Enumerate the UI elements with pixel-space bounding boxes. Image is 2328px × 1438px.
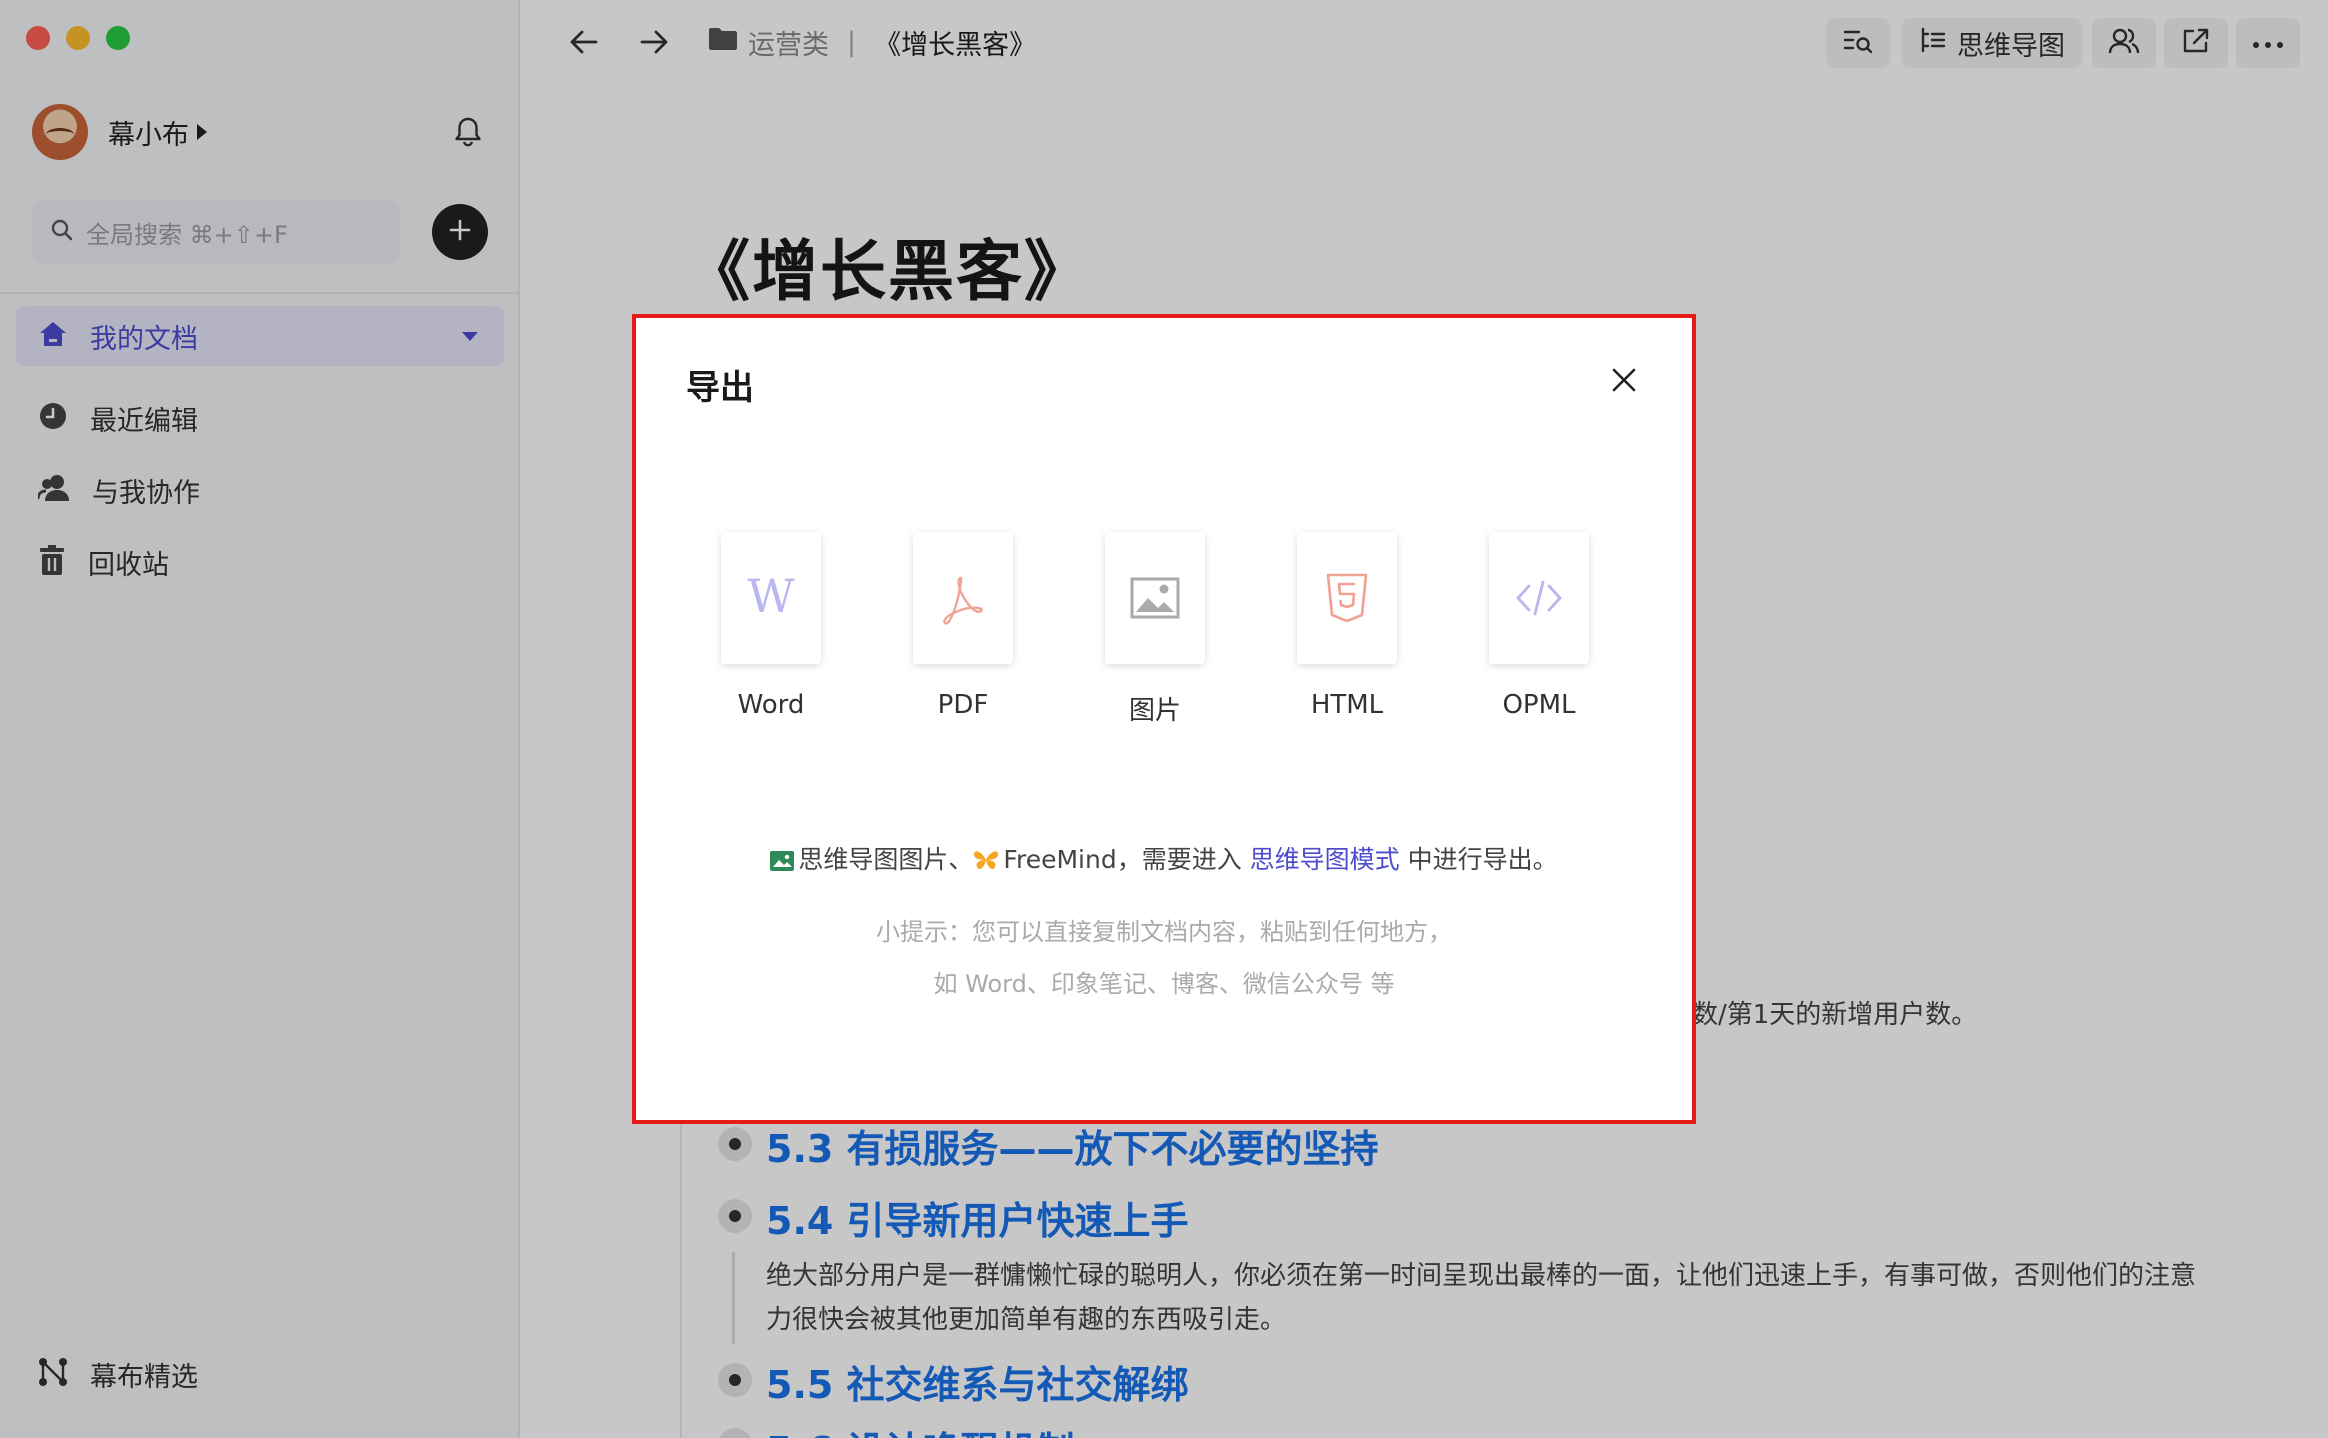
mindmap-mode-link[interactable]: 思维导图模式 <box>1250 845 1400 874</box>
code-icon <box>1489 532 1589 664</box>
close-icon[interactable] <box>1606 362 1642 398</box>
html5-icon <box>1297 532 1397 664</box>
image-icon <box>1105 532 1205 664</box>
export-html-button[interactable]: HTML <box>1272 532 1422 720</box>
export-note: 思维导图图片、 FreeMind，需要进入 思维导图模式 中进行导出。 <box>636 840 1692 877</box>
pdf-icon <box>913 532 1013 664</box>
tip-line-1: 小提示：您可以直接复制文档内容，粘贴到任何地方， <box>876 918 1452 946</box>
svg-text:W: W <box>747 569 795 623</box>
note-freemind: FreeMind，需要进入 <box>1003 845 1250 874</box>
export-word-button[interactable]: W Word <box>696 532 846 720</box>
export-label: HTML <box>1310 690 1384 720</box>
picture-green-icon <box>770 848 795 877</box>
note-suffix: 中进行导出。 <box>1399 845 1558 874</box>
export-pdf-button[interactable]: PDF <box>888 532 1038 720</box>
export-label: 图片 <box>1128 696 1181 726</box>
export-label: PDF <box>937 690 989 720</box>
tip-line-2: 如 Word、印象笔记、博客、微信公众号 等 <box>933 970 1395 998</box>
word-icon: W <box>721 532 821 664</box>
export-label: Word <box>737 690 805 720</box>
export-image-button[interactable]: 图片 <box>1080 532 1230 727</box>
export-label: OPML <box>1502 690 1576 720</box>
butterfly-icon <box>973 848 999 877</box>
export-opml-button[interactable]: OPML <box>1464 532 1614 720</box>
dialog-title: 导出 <box>686 368 754 408</box>
export-dialog: 导出 W Word PDF 图片 HTML OPML 思维导图图片、 FreeM… <box>632 314 1696 1124</box>
note-prefix: 思维导图图片、 <box>798 845 974 874</box>
